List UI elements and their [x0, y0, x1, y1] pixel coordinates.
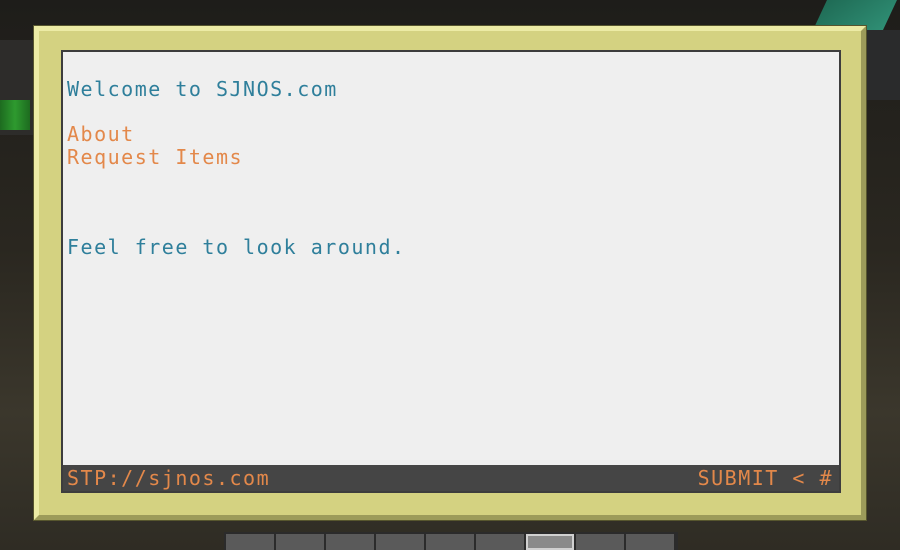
computer-screen: Welcome to SJNOS.com About Request Items…	[61, 50, 841, 493]
background-green-block	[0, 100, 30, 130]
hotbar-slot[interactable]	[626, 534, 676, 550]
address-bar: STP://sjnos.com SUBMIT < #	[63, 465, 839, 491]
hotbar-slot[interactable]	[276, 534, 326, 550]
page-content: Welcome to SJNOS.com About Request Items…	[67, 78, 827, 259]
hotbar-slot[interactable]	[376, 534, 426, 550]
hotbar-slot[interactable]	[576, 534, 626, 550]
hotbar-slot[interactable]	[226, 534, 276, 550]
submit-button[interactable]: SUBMIT < #	[698, 466, 833, 490]
hotbar-slot[interactable]	[426, 534, 476, 550]
welcome-heading: Welcome to SJNOS.com	[67, 77, 338, 101]
nav-link-about[interactable]: About	[67, 123, 827, 146]
hotbar-slot[interactable]	[326, 534, 376, 550]
body-text: Feel free to look around.	[67, 235, 406, 259]
nav-link-request-items[interactable]: Request Items	[67, 146, 827, 169]
hotbar	[224, 532, 678, 550]
hotbar-slot-selected[interactable]	[526, 534, 576, 550]
address-input[interactable]: STP://sjnos.com	[67, 466, 270, 490]
hotbar-slot[interactable]	[476, 534, 526, 550]
